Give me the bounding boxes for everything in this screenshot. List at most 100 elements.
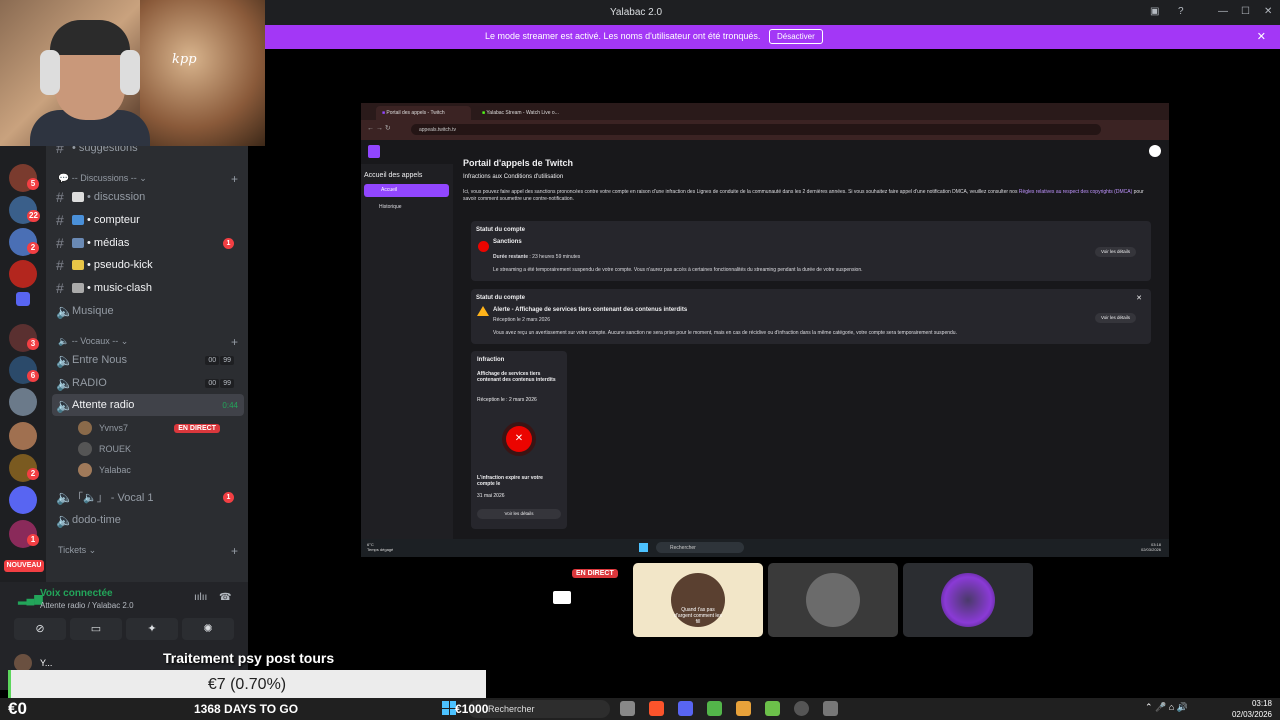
participant-tile[interactable]: Quand t'as pas d'argent comment les fill: [633, 563, 763, 637]
stream-tile[interactable]: EN DIRECT: [497, 563, 627, 637]
voice-timer: 0:44: [222, 400, 238, 410]
headphones-right: [120, 50, 140, 95]
view-details-button[interactable]: Voir les détails: [477, 509, 561, 519]
help-icon[interactable]: ?: [1178, 6, 1184, 17]
server-icon[interactable]: [9, 388, 37, 416]
category-discussions[interactable]: 💬 -- Discussions -- ⌄: [58, 173, 147, 184]
user-avatar[interactable]: [1149, 145, 1161, 157]
close-banner-icon[interactable]: ✕: [1257, 30, 1266, 43]
category-vocaux[interactable]: 🔈 -- Vocaux -- ⌄: [58, 336, 128, 347]
server-badge: 3: [27, 338, 39, 350]
voice-entre-nous[interactable]: 🔈 Entre Nous 00 99: [56, 349, 242, 371]
hash-icon: #: [56, 212, 64, 228]
streamer-cap: [50, 20, 130, 55]
maximize-icon[interactable]: ☐: [1241, 6, 1250, 17]
chat-icon: 💬: [58, 173, 70, 183]
member-name: ROUEK: [99, 444, 132, 454]
taskbar-search[interactable]: Rechercher: [656, 542, 744, 553]
participant-tile[interactable]: [768, 563, 898, 637]
duration-value: : 23 heures 59 minutes: [528, 254, 581, 260]
server-badge: 2: [27, 242, 39, 254]
channel-discussion[interactable]: # • discussion: [56, 186, 242, 208]
windows-start-icon[interactable]: [639, 543, 648, 552]
avatar: [78, 463, 92, 477]
camera-off-icon[interactable]: ⊘: [14, 618, 66, 640]
remote-taskbar: 6°C Temps dégagé Rechercher 03:18 02/03/20…: [361, 539, 1169, 557]
voice-member[interactable]: ROUEK: [78, 439, 240, 459]
voice-vocal-1[interactable]: 🔈 「🔈」 - Vocal 1 1: [56, 486, 242, 508]
activities-icon[interactable]: ✦: [126, 618, 178, 640]
close-icon[interactable]: ✕: [1136, 294, 1142, 302]
sidebar-item-historique[interactable]: Historique: [367, 204, 402, 210]
sidebar-item-accueil[interactable]: Accueil: [364, 184, 449, 197]
close-icon[interactable]: ✕: [1264, 6, 1272, 17]
participant-tile[interactable]: [903, 563, 1033, 637]
view-details-button[interactable]: Voir les détails: [1094, 247, 1136, 257]
obs-icon[interactable]: [794, 701, 809, 716]
channel-label: RADIO: [72, 377, 107, 389]
add-channel-icon[interactable]: +: [231, 544, 238, 558]
dmca-link[interactable]: Règles relatives au respect des copyrigh…: [1019, 189, 1132, 195]
duration-label: Durée restante: [493, 254, 529, 260]
minimize-icon[interactable]: —: [1218, 6, 1228, 17]
system-tray-icons[interactable]: ⌃ 🎤 ⌂ 🔊: [1145, 702, 1188, 713]
browser-tab[interactable]: ■ Yalabac Stream - Watch Live o...: [476, 106, 571, 120]
mention-badge: 1: [223, 237, 234, 249]
taskbar-search[interactable]: Rechercher: [468, 700, 610, 718]
app-icon[interactable]: [736, 701, 751, 716]
app-icon[interactable]: [707, 701, 722, 716]
browser-tab[interactable]: ■ Portail des appels - Twitch: [376, 106, 471, 120]
count-max: 99: [220, 355, 234, 365]
avatar: [78, 442, 92, 456]
view-details-button[interactable]: Voir les détails: [1094, 313, 1136, 323]
voice-attente-radio[interactable]: 🔈 Attente radio 0:44: [52, 394, 244, 416]
speaker-icon: 🔈: [56, 488, 74, 505]
card-status-title: Statut du compte: [476, 295, 525, 301]
url-field[interactable]: appeals.twitch.tv: [411, 124, 1101, 135]
server-badge: 6: [27, 370, 39, 382]
progress-text: €7 (0.70%): [207, 676, 287, 693]
channel-medias[interactable]: # • médias 1: [56, 232, 242, 254]
app-icon[interactable]: [765, 701, 780, 716]
disconnect-icon[interactable]: ☎: [219, 592, 231, 603]
brave-icon[interactable]: [649, 701, 664, 716]
twitch-logo-icon[interactable]: [368, 145, 380, 158]
streamer-mode-banner: Le mode streamer est activé. Les noms d'…: [265, 25, 1280, 49]
voice-radio[interactable]: 🔈 RADIO 00 99: [56, 372, 242, 394]
server-icon[interactable]: [9, 486, 37, 514]
channel-compteur[interactable]: # • compteur: [56, 209, 242, 231]
category-tickets[interactable]: Tickets ⌄: [58, 545, 96, 556]
voice-location: Attente radio / Yalabac 2.0: [40, 601, 134, 610]
warning-date: Réception le 2 mars 2026: [493, 317, 550, 323]
voice-dodo-time[interactable]: 🔈 dodo-time: [56, 509, 242, 531]
inbox-icon[interactable]: ▣: [1150, 6, 1159, 17]
file-explorer-icon[interactable]: [620, 701, 635, 716]
channel-music-clash[interactable]: # • music-clash: [56, 277, 242, 299]
disable-streamer-mode-button[interactable]: Désactiver: [769, 29, 823, 44]
voice-member[interactable]: Yalabac: [78, 460, 240, 480]
search-label: Rechercher: [488, 704, 535, 714]
add-channel-icon[interactable]: +: [231, 172, 238, 186]
shared-screen[interactable]: ■ Portail des appels - Twitch ■ Yalabac …: [361, 103, 1169, 557]
soundboard-icon[interactable]: ✺: [182, 618, 234, 640]
discord-icon[interactable]: [678, 701, 693, 716]
meme-caption: Quand t'as pas d'argent comment les fill: [674, 607, 722, 625]
noise-suppression-icon[interactable]: ıılıı: [194, 592, 207, 603]
settings-icon[interactable]: [823, 701, 838, 716]
voice-member[interactable]: Yvnvs7 EN DIRECT: [78, 418, 240, 438]
windows-start-icon[interactable]: [442, 701, 456, 715]
channel-musique[interactable]: 🔈 Musique: [56, 300, 242, 322]
server-badge: 22: [27, 210, 40, 222]
appeals-sidebar: Accueil des appels Accueil Historique: [361, 164, 453, 539]
category-label: -- Vocaux --: [71, 336, 119, 346]
live-badge: EN DIRECT: [174, 423, 220, 433]
folder-icon[interactable]: [16, 292, 30, 306]
tag-icon: [72, 260, 84, 270]
share-screen-icon[interactable]: ▭: [70, 618, 122, 640]
channel-pseudo-kick[interactable]: # • pseudo-kick: [56, 254, 242, 276]
add-channel-icon[interactable]: +: [231, 335, 238, 349]
server-icon[interactable]: [9, 260, 37, 288]
nav-arrows-icon[interactable]: ← → ↻: [367, 124, 391, 132]
donation-progress-bar: €7 (0.70%): [8, 670, 486, 698]
server-icon[interactable]: [9, 422, 37, 450]
